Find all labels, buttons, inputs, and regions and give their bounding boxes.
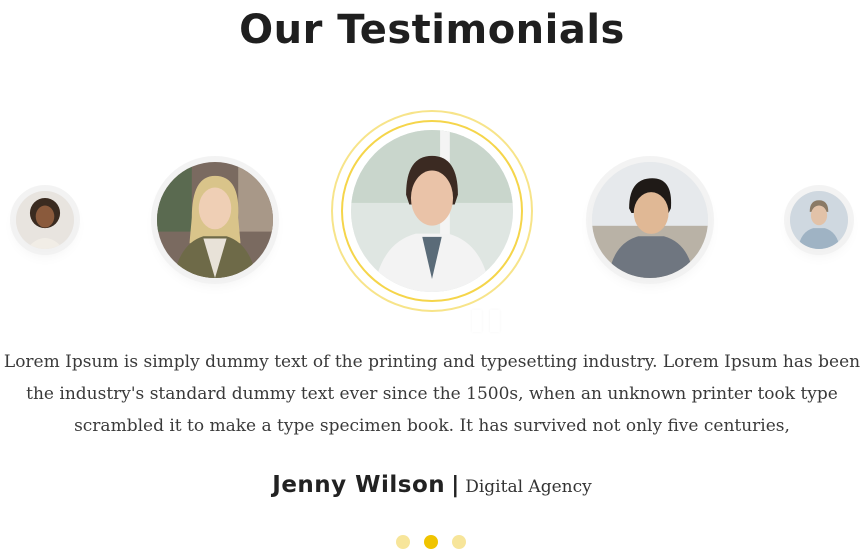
testimonial-line: the industry's standard dummy text ever …	[26, 384, 838, 404]
section-title: Our Testimonials	[0, 2, 864, 58]
title-highlight: Testimonials	[337, 2, 625, 58]
person-photo-icon	[157, 162, 273, 278]
person-photo-icon	[16, 191, 74, 249]
carousel-dot-active[interactable]	[424, 535, 438, 549]
carousel-dot[interactable]	[396, 535, 410, 549]
quote-icon: "	[464, 251, 508, 350]
author-separator: |	[451, 473, 460, 498]
carousel-dot[interactable]	[452, 535, 466, 549]
title-prefix: Our	[239, 7, 323, 53]
testimonial-author: Jenny Wilson | Digital Agency	[0, 472, 864, 498]
testimonial-line: Lorem Ipsum is simply dummy text of the …	[3, 352, 861, 372]
author-name: Jenny Wilson	[272, 472, 446, 498]
testimonial-text: Lorem Ipsum is simply dummy text of the …	[0, 346, 864, 442]
person-photo-icon	[790, 191, 848, 249]
author-company: Digital Agency	[465, 477, 592, 497]
avatar-5[interactable]	[790, 191, 848, 249]
avatar-2[interactable]	[157, 162, 273, 278]
avatar-4[interactable]	[592, 162, 708, 278]
avatar-1[interactable]	[16, 191, 74, 249]
person-photo-icon	[592, 162, 708, 278]
testimonial-line: scrambled it to make a type specimen boo…	[74, 416, 790, 436]
testimonials-section: Our Testimonials " Lorem Ipsum is simply…	[0, 0, 864, 551]
